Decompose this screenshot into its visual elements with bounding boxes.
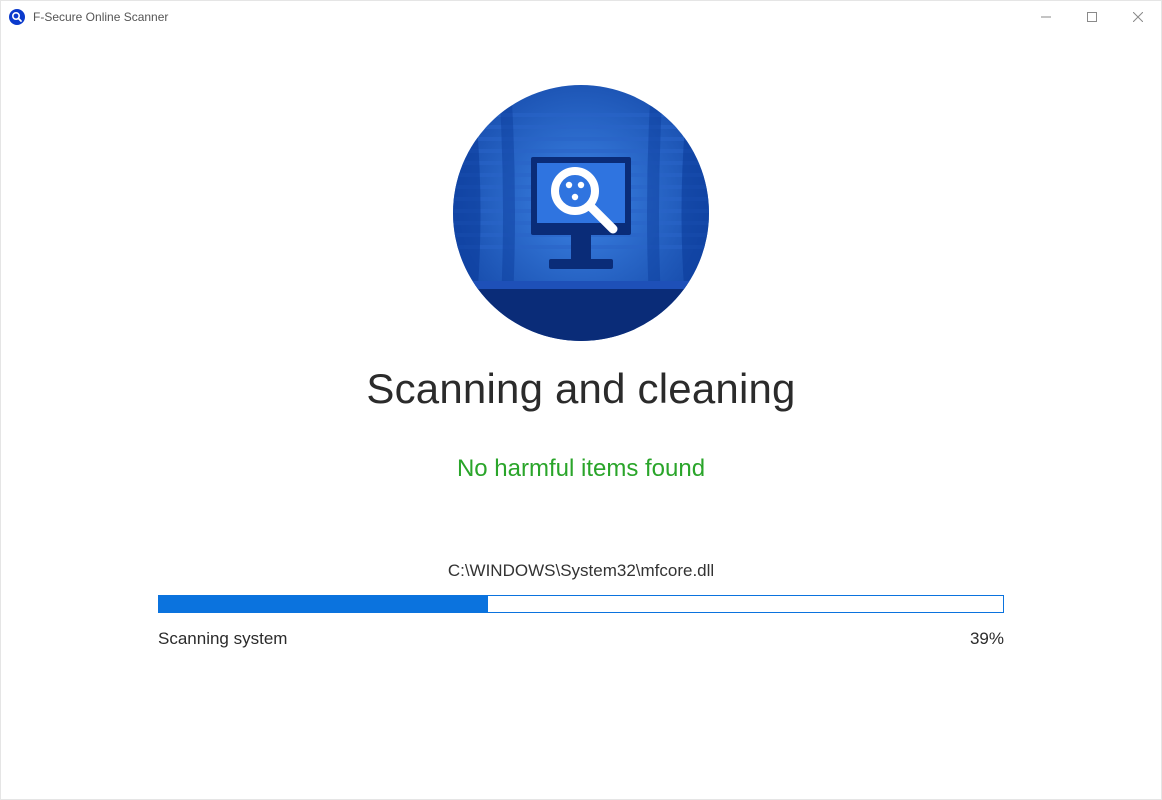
progress-section: Scanning system 39% bbox=[158, 595, 1004, 649]
app-icon bbox=[9, 9, 25, 25]
scan-illustration-icon bbox=[453, 85, 709, 341]
progress-fill bbox=[159, 596, 488, 612]
minimize-button[interactable] bbox=[1023, 1, 1069, 33]
page-heading: Scanning and cleaning bbox=[366, 365, 795, 413]
window-controls bbox=[1023, 1, 1161, 33]
close-button[interactable] bbox=[1115, 1, 1161, 33]
progress-status-label: Scanning system bbox=[158, 629, 287, 649]
main-content: Scanning and cleaning No harmful items f… bbox=[1, 33, 1161, 799]
window-title: F-Secure Online Scanner bbox=[33, 10, 1023, 24]
app-window: F-Secure Online Scanner bbox=[0, 0, 1162, 800]
titlebar: F-Secure Online Scanner bbox=[1, 1, 1161, 33]
status-message: No harmful items found bbox=[457, 455, 705, 483]
progress-percent-label: 39% bbox=[970, 629, 1004, 649]
current-file-path: C:\WINDOWS\System32\mfcore.dll bbox=[448, 561, 714, 581]
progress-labels: Scanning system 39% bbox=[158, 629, 1004, 649]
maximize-button[interactable] bbox=[1069, 1, 1115, 33]
progress-bar bbox=[158, 595, 1004, 613]
